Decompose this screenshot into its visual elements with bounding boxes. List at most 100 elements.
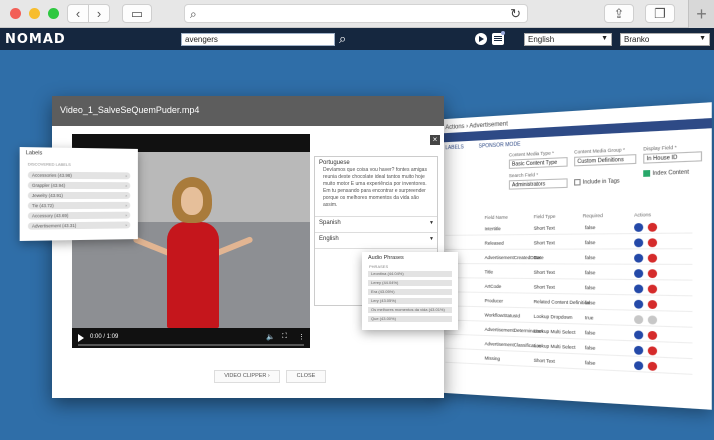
app-logo[interactable]: NOMAD: [5, 32, 66, 47]
edit-icon[interactable]: [634, 330, 644, 340]
video-modal: Video_1_SalveSeQuemPuder.mp4 × 0:00 / 1:…: [52, 96, 444, 398]
chevron-left-icon: ‹: [75, 6, 81, 21]
field-name-cell: WorkflowStatusId: [484, 312, 521, 319]
label-chip[interactable]: Accessories (43.98) ×: [27, 171, 131, 180]
chevron-right-icon: ›: [96, 6, 102, 21]
fullscreen-icon[interactable]: ⛶: [282, 333, 287, 341]
sidebar-toggle-button[interactable]: ▭: [122, 4, 152, 23]
caret-down-icon: ▼: [699, 35, 706, 42]
search-icon: ⌕: [339, 31, 347, 46]
remove-icon[interactable]: ×: [125, 202, 127, 209]
delete-icon[interactable]: [647, 330, 658, 341]
edit-icon[interactable]: [634, 284, 644, 294]
phrase-chip[interactable]: Que (43.00%): [368, 316, 452, 322]
remove-icon[interactable]: ×: [125, 172, 127, 179]
notification-dot-icon: [501, 31, 505, 35]
column-header: Actions: [634, 211, 652, 218]
edit-icon[interactable]: [634, 361, 644, 371]
play-icon[interactable]: [78, 334, 84, 342]
close-icon[interactable]: ×: [430, 135, 440, 145]
field-name-cell: ArtCode: [484, 283, 502, 290]
include-in-tags-checkbox[interactable]: Include in Tags: [574, 178, 620, 186]
phrase-chip[interactable]: Os melhores momentos da vida (43.01%): [368, 307, 452, 313]
field-type-cell: Short Text: [533, 269, 555, 276]
edit-icon[interactable]: [634, 315, 644, 325]
delete-icon[interactable]: [647, 346, 658, 356]
field-type-cell: Short Text: [533, 357, 555, 364]
edit-icon[interactable]: [634, 299, 644, 309]
edit-icon[interactable]: [634, 223, 644, 232]
field-name-cell: Intertitle: [484, 226, 501, 232]
delete-icon[interactable]: [647, 361, 658, 371]
transcript-section-english[interactable]: English ▼: [315, 233, 437, 249]
zoom-window-button[interactable]: [48, 8, 59, 19]
video-clipper-button[interactable]: VIDEO CLIPPER ›: [214, 370, 280, 383]
video-progress-bar[interactable]: [78, 344, 304, 346]
remove-icon[interactable]: ×: [125, 192, 127, 199]
remove-icon[interactable]: ×: [125, 212, 127, 219]
phrase-chip[interactable]: Era (43.05%): [368, 289, 452, 295]
reload-icon[interactable]: ↻: [510, 6, 521, 22]
phrase-chip[interactable]: Lery (43.05%): [368, 298, 452, 304]
label-chip[interactable]: Accessory (43.69) ×: [27, 211, 131, 220]
required-cell: false: [584, 344, 596, 351]
required-cell: false: [584, 329, 596, 336]
phrase-chip[interactable]: Lerey (44.04%): [368, 280, 452, 286]
close-window-button[interactable]: [10, 8, 21, 19]
sponsor-mode-option[interactable]: SPONSOR MODE: [479, 141, 521, 149]
user-select[interactable]: Branko ▼: [620, 33, 710, 46]
show-tabs-button[interactable]: ❐: [645, 4, 675, 23]
advertisement-definition-window: Actions › Advertisement LABELS SPONSOR M…: [430, 102, 712, 410]
labels-option[interactable]: LABELS: [445, 144, 463, 151]
field-type-cell: Lookup Dropdown: [533, 313, 573, 320]
delete-icon[interactable]: [647, 238, 658, 248]
forward-button[interactable]: ›: [88, 4, 110, 23]
delete-icon[interactable]: [647, 269, 658, 279]
field-name-cell: Producer: [484, 298, 504, 304]
more-options-icon[interactable]: ⋮: [298, 333, 305, 341]
required-cell: false: [584, 359, 596, 366]
label-chip[interactable]: Grappler (43.94) ×: [27, 181, 131, 190]
edit-icon[interactable]: [634, 269, 644, 278]
video-time: 0:00 / 1:09: [90, 334, 119, 340]
edit-icon[interactable]: [634, 253, 644, 263]
edit-icon[interactable]: [634, 345, 644, 355]
index-content-checkbox[interactable]: Index Content: [643, 169, 689, 178]
remove-icon[interactable]: ×: [125, 222, 127, 229]
field-type-cell: Short Text: [533, 240, 555, 246]
column-header: Field Name: [484, 214, 508, 221]
required-cell: false: [584, 224, 596, 231]
delete-icon[interactable]: [647, 300, 658, 310]
phrase-chip[interactable]: Leontina (44.04%): [368, 271, 452, 277]
remove-icon[interactable]: ×: [125, 182, 127, 189]
share-button[interactable]: ⇪: [604, 4, 634, 23]
minimize-window-button[interactable]: [29, 8, 40, 19]
label-chip[interactable]: Advertisement (43.31) ×: [27, 221, 131, 230]
required-cell: false: [584, 284, 596, 291]
volume-icon[interactable]: 🔈: [266, 333, 275, 341]
delete-icon[interactable]: [647, 253, 658, 263]
play-circle-icon[interactable]: [475, 33, 487, 45]
edit-icon[interactable]: [634, 238, 644, 248]
language-select[interactable]: English ▼: [524, 33, 612, 46]
transcript-section-spanish[interactable]: Spanish ▼: [315, 217, 437, 233]
search-button[interactable]: ⌕: [339, 31, 346, 47]
label-chip[interactable]: Tie (43.72) ×: [27, 201, 131, 210]
new-tab-button[interactable]: +: [688, 0, 714, 28]
close-button[interactable]: CLOSE: [286, 370, 326, 383]
delete-icon[interactable]: [647, 284, 658, 294]
search-field-select[interactable]: Administrators: [508, 178, 568, 190]
display-field-select[interactable]: In House ID: [643, 151, 703, 164]
content-media-type-select[interactable]: Basic Content Type: [508, 157, 568, 169]
required-cell: true: [584, 314, 594, 321]
field-name-cell: Missing: [484, 355, 500, 362]
modal-title: Video_1_SalveSeQuemPuder.mp4: [52, 96, 444, 126]
field-type-cell: Lookup Multi Select: [533, 342, 576, 350]
search-input[interactable]: avengers: [181, 33, 335, 46]
label-chip[interactable]: Jewelry (43.91) ×: [27, 191, 131, 200]
back-button[interactable]: ‹: [67, 4, 89, 23]
delete-icon[interactable]: [647, 315, 658, 325]
delete-icon[interactable]: [647, 222, 658, 232]
address-bar[interactable]: ⌕ ↻: [184, 4, 528, 23]
content-media-group-select[interactable]: Custom Definitions: [574, 154, 637, 167]
